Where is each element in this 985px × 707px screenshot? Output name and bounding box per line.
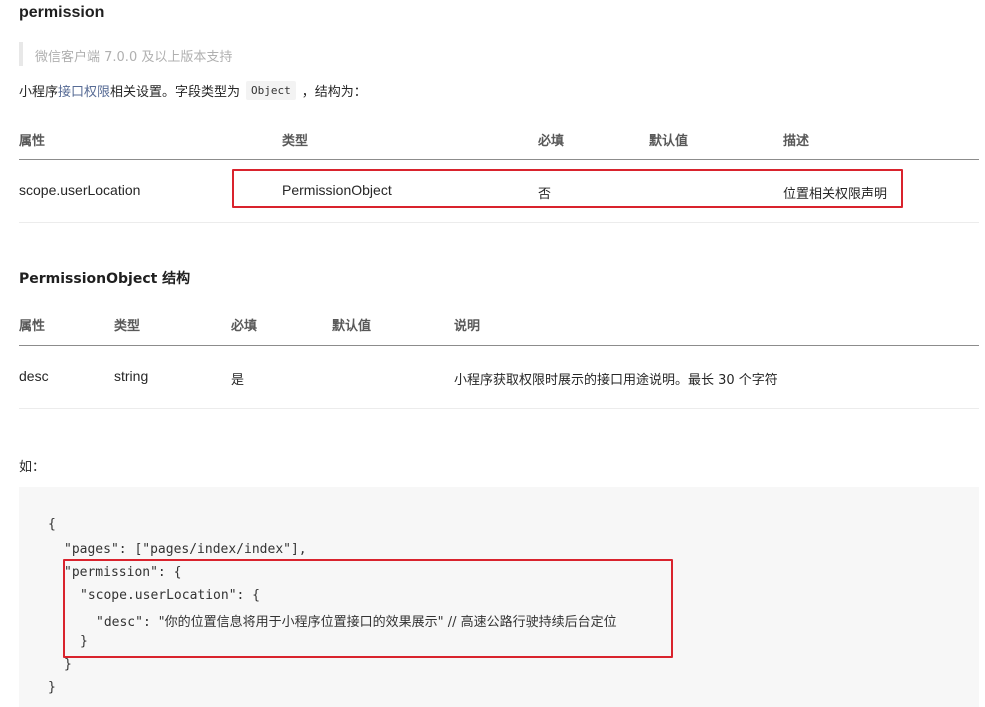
page-title: permission	[19, 4, 105, 21]
version-note-text: 微信客户端 7.0.0 及以上版本支持	[35, 50, 233, 65]
table2-row-divider	[19, 408, 979, 409]
table1-header-attr: 属性	[19, 134, 46, 149]
intro-middle: 相关设置。字段类型为	[110, 85, 241, 100]
object-type-code: Object	[246, 81, 296, 100]
intro-paragraph: 小程序 接口权限 相关设置。字段类型为 Object ，结构为：	[19, 81, 367, 100]
interface-permission-link[interactable]: 接口权限	[58, 81, 110, 100]
table1-row-divider	[19, 222, 979, 223]
table1-header-divider	[19, 159, 979, 160]
table2-header-type: 类型	[114, 319, 141, 334]
intro-prefix: 小程序	[19, 85, 59, 100]
table1-header-desc: 描述	[783, 134, 810, 149]
table1-header-type: 类型	[282, 134, 309, 149]
table2-cell-required: 是	[231, 373, 245, 388]
table1-cell-attr: scope.userLocation	[19, 182, 141, 198]
table2-header-attr: 属性	[19, 319, 46, 334]
code-line-8: }	[48, 680, 56, 695]
code-line-2: "pages": ["pages/index/index"],	[64, 542, 307, 557]
code-line-7: }	[64, 657, 72, 672]
table2-cell-desc: 小程序获取权限时展示的接口用途说明。最长 30 个字符	[454, 373, 778, 388]
code-line-1: {	[48, 517, 56, 532]
intro-suffix: ，结构为：	[301, 85, 367, 100]
example-label: 如：	[19, 460, 46, 475]
table1-header-default: 默认值	[649, 134, 689, 149]
table2-header-default: 默认值	[332, 319, 372, 334]
version-note: 微信客户端 7.0.0 及以上版本支持	[19, 42, 279, 66]
code-highlight-box	[63, 559, 673, 658]
table2-header-divider	[19, 345, 979, 346]
table-highlight-box	[232, 169, 903, 208]
permission-object-title: PermissionObject 结构	[19, 271, 191, 287]
table2-cell-type: string	[114, 368, 149, 384]
table2-header-desc: 说明	[454, 319, 481, 334]
table1-header-required: 必填	[538, 134, 565, 149]
code-example-block: { "pages": ["pages/index/index"], "permi…	[19, 487, 979, 707]
table2-cell-attr: desc	[19, 368, 49, 384]
table2-header-required: 必填	[231, 319, 258, 334]
